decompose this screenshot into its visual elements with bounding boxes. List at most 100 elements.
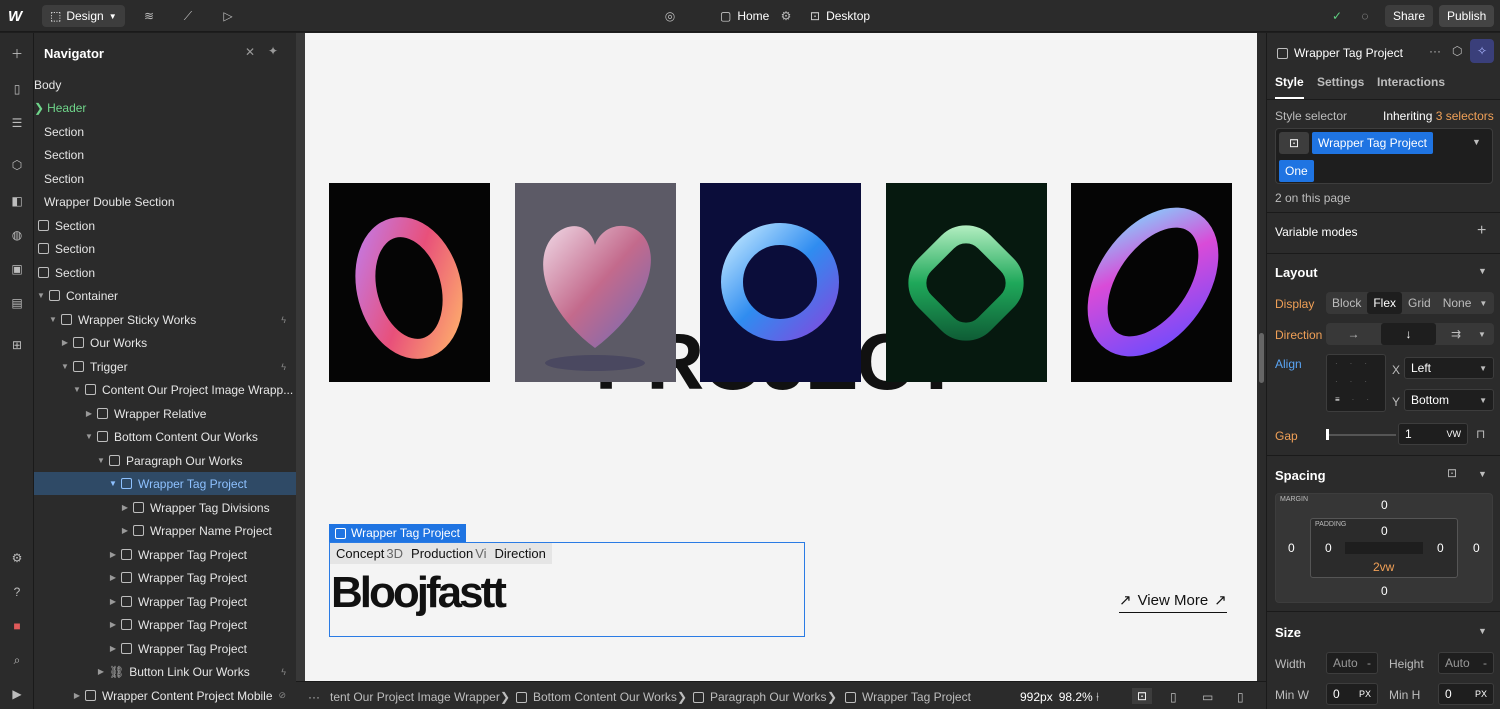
direction-segmented-control[interactable]: → ↓ ⇉ ▼ [1326,323,1494,345]
scroll-thumb[interactable] [1259,333,1264,383]
nav-item-wrapper-relative[interactable]: ▶ Wrapper Relative [34,402,296,425]
combo-class-chip[interactable]: One [1279,160,1314,182]
tab-style[interactable]: Style [1275,75,1304,99]
y-align-select[interactable]: Bottom ▼ [1404,389,1494,411]
class-chip[interactable]: Wrapper Tag Project [1312,132,1433,154]
nav-item-container[interactable]: ▼ Container [34,284,296,307]
chevron-right-icon[interactable]: ▶ [60,338,70,347]
breadcrumb-item[interactable]: Bottom Content Our Works [516,690,677,704]
library-icon[interactable]: ▤ [7,293,27,313]
display-block-option[interactable]: Block [1326,292,1367,314]
min-width-input[interactable]: 0 PX [1326,683,1378,705]
layout-section-title[interactable]: Layout [1275,265,1318,280]
nav-item-section[interactable]: Section [34,167,296,190]
padding-left-value[interactable]: 0 [1325,541,1332,555]
chevron-down-icon[interactable]: ▼ [60,362,70,371]
globe-icon[interactable]: ◎ [659,5,681,27]
nav-item-wrapper-tag-project[interactable]: ▶ Wrapper Tag Project [34,566,296,589]
reverse-direction-icon[interactable]: ⇉ [1436,323,1476,345]
page-switcher[interactable]: ▢ Home [720,9,769,23]
chevron-right-icon[interactable]: ▶ [108,644,118,653]
chevron-down-icon[interactable]: ▼ [108,479,118,488]
pin-icon[interactable]: ✦ [268,44,278,58]
nav-item-wrapper-tag-project[interactable]: ▶ Wrapper Tag Project [34,590,296,613]
project-name-text[interactable]: Bloojfastt [331,568,507,618]
tab-settings[interactable]: Settings [1317,75,1364,89]
x-align-select[interactable]: Left ▼ [1404,357,1494,379]
comments-icon[interactable]: ◌ [1354,5,1376,27]
assets-icon[interactable]: ▣ [7,259,27,279]
mobile-landscape-icon[interactable]: ▭ [1202,690,1213,704]
project-tags[interactable]: Concept 3D Production Vi Direction [330,543,552,564]
nav-item-wrapper-tag-project-selected[interactable]: ▼ Wrapper Tag Project [34,472,296,495]
chevron-down-icon[interactable]: ▼ [48,315,58,324]
margin-top-value[interactable]: 0 [1381,498,1388,512]
close-icon[interactable]: ✕ [245,45,255,59]
chevron-down-icon[interactable]: ▼ [1472,137,1481,147]
tablet-icon[interactable]: ▯ [1170,690,1177,704]
arrow-right-icon[interactable]: → [1326,323,1381,345]
navigator-scrollbar[interactable] [296,33,305,709]
chevron-right-icon[interactable]: ▶ [108,550,118,559]
project-image-card[interactable] [886,183,1047,382]
analyze-icon[interactable]: ⟋ [177,5,199,27]
nav-item-header[interactable]: ❯ Header [34,96,296,119]
variables-icon[interactable]: ◍ [7,225,27,245]
chevron-right-icon[interactable]: ▶ [120,526,130,535]
margin-left-value[interactable]: 0 [1288,541,1295,555]
min-height-input[interactable]: 0 PX [1438,683,1494,705]
project-image-card[interactable] [329,183,490,382]
lock-icon[interactable]: ⊓ [1476,427,1485,441]
preview-play-icon[interactable]: ▷ [217,5,239,27]
nav-item-wrapper-name-project[interactable]: ▶ Wrapper Name Project [34,519,296,542]
display-flex-option[interactable]: Flex [1367,292,1403,314]
webflow-logo[interactable]: W [8,8,26,25]
nav-item-section[interactable]: Section [34,261,296,284]
chevron-right-icon[interactable]: ▶ [108,573,118,582]
breadcrumb-item[interactable]: tent Our Project Image Wrapper [330,690,500,704]
chevron-down-icon[interactable]: ▼ [36,291,46,300]
breakpoint-switcher[interactable]: ⊡ Desktop [810,9,870,23]
settings-gear-icon[interactable]: ⚙ [7,548,27,568]
inheriting-label[interactable]: Inheriting 3 selectors [1383,109,1494,123]
project-image-card[interactable] [700,183,861,382]
display-grid-option[interactable]: Grid [1402,292,1437,314]
nav-item-button-link-our-works[interactable]: ▶ ⛓ Button Link Our Works ϟ [34,660,296,683]
nav-item-section[interactable]: Section [34,214,296,237]
chevron-down-icon[interactable]: ▼ [1477,292,1489,314]
chevron-right-icon[interactable]: ▶ [108,597,118,606]
breadcrumb-item[interactable]: Paragraph Our Works [693,690,827,704]
alignment-grid[interactable]: ··· ··· ≡·· [1326,354,1386,412]
width-input[interactable]: Auto - [1326,652,1378,674]
chevron-down-icon[interactable]: ▼ [84,432,94,441]
component-icon[interactable]: ⬡ [1452,44,1462,58]
chevron-down-icon[interactable]: ▼ [1476,323,1488,345]
nav-item-content-image-wrapper[interactable]: ▼ Content Our Project Image Wrapp... [34,378,296,401]
add-icon[interactable]: ＋ [7,43,27,63]
add-icon[interactable]: + [1477,222,1486,240]
nav-item-section[interactable]: Section [34,143,296,166]
chevron-down-icon[interactable]: ▼ [96,456,106,465]
arrow-down-icon[interactable]: ↓ [1381,323,1436,345]
chevron-right-icon[interactable]: ▶ [120,503,130,512]
gap-input[interactable]: 1 VW [1398,423,1468,445]
design-mode-button[interactable]: ⬚ Design ▼ [42,5,125,27]
chevron-down-icon[interactable]: ▼ [72,385,82,394]
selected-element-label[interactable]: Wrapper Tag Project [329,524,466,542]
chevron-right-icon[interactable]: ▶ [96,667,106,676]
chevron-down-icon[interactable]: ▼ [1478,469,1487,479]
nav-item-body[interactable]: Body [34,73,296,96]
chevron-down-icon[interactable]: ▼ [1478,626,1487,636]
margin-right-value[interactable]: 0 [1473,541,1480,555]
help-icon[interactable]: ? [7,582,27,602]
nav-item-wrapper-content-project-mobile[interactable]: ▶ Wrapper Content Project Mobile ⊘ [34,684,296,707]
nav-item-wrapper-tag-project[interactable]: ▶ Wrapper Tag Project [34,613,296,636]
publish-button[interactable]: Publish [1439,5,1495,27]
project-image-card[interactable] [515,183,676,382]
pages-icon[interactable]: ▯ [7,79,27,99]
nav-item-trigger[interactable]: ▼ Trigger ϟ [34,355,296,378]
gap-slider-handle[interactable] [1326,429,1329,440]
spacing-preset-icon[interactable]: ⊡ [1447,466,1457,480]
nav-item-section[interactable]: Section [34,120,296,143]
gap-slider[interactable] [1326,434,1396,436]
